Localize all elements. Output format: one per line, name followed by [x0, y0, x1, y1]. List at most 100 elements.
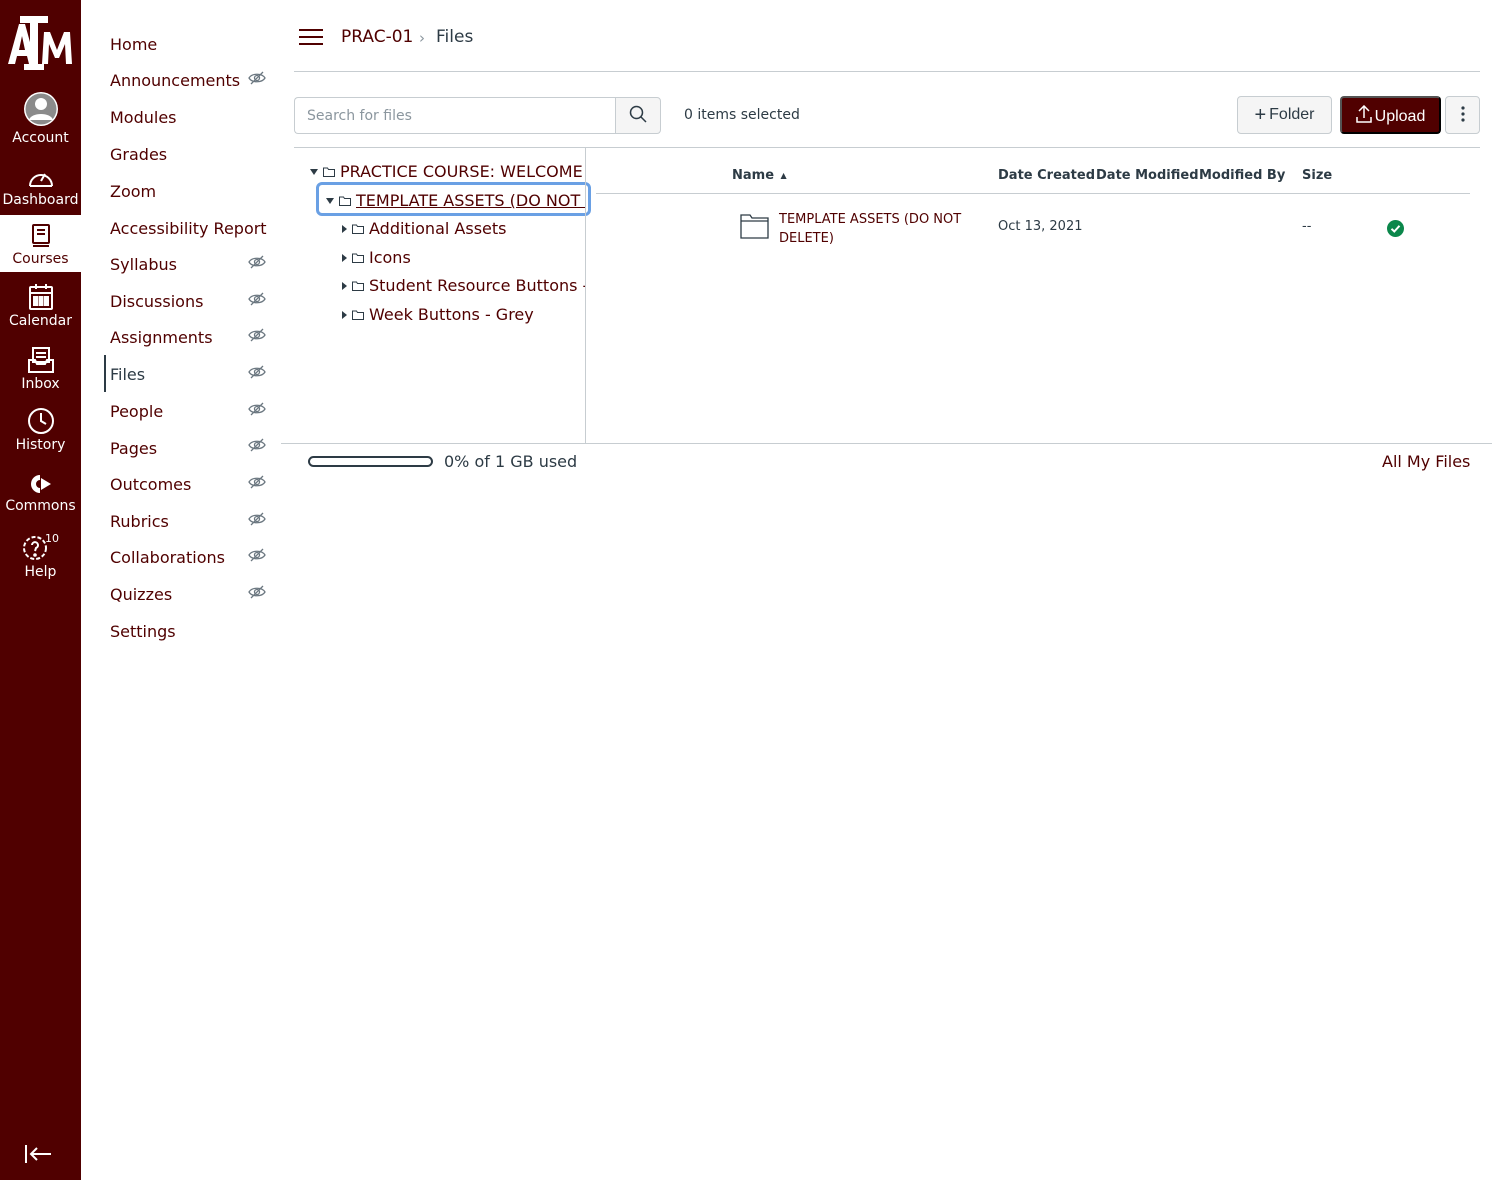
- all-my-files-link[interactable]: All My Files: [1382, 452, 1470, 471]
- expand-toggle-icon: [342, 253, 347, 262]
- folder-icon: [323, 167, 335, 177]
- global-nav-label: Dashboard: [2, 192, 79, 208]
- calendar-icon: [28, 284, 53, 310]
- eye-off-icon: [248, 365, 266, 379]
- footer-divider: [281, 443, 1492, 444]
- tamu-logo[interactable]: [6, 14, 74, 72]
- file-date-created: Oct 13, 2021: [998, 219, 1083, 234]
- file-size: --: [1302, 219, 1312, 234]
- tree-item-child[interactable]: Student Resource Buttons - De: [342, 276, 585, 295]
- folder-icon: [352, 281, 364, 291]
- folder-icon: [352, 310, 364, 320]
- tree-item-child[interactable]: Icons: [342, 248, 411, 267]
- collapse-nav-button[interactable]: [24, 1143, 52, 1169]
- upload-button[interactable]: Upload: [1340, 96, 1441, 134]
- column-header-date-modified[interactable]: Date Modified: [1096, 168, 1199, 183]
- more-options-button[interactable]: [1445, 96, 1480, 134]
- more-vertical-icon: [1460, 105, 1465, 122]
- file-list-header-divider: [596, 193, 1470, 194]
- global-nav-history[interactable]: History: [0, 407, 81, 453]
- add-folder-button[interactable]: + Folder: [1237, 96, 1332, 134]
- active-nav-indicator: [104, 355, 106, 392]
- column-header-size[interactable]: Size: [1302, 168, 1332, 183]
- tree-item-root[interactable]: PRACTICE COURSE: WELCOME T: [310, 162, 585, 181]
- upload-icon: [1355, 104, 1372, 123]
- course-nav-files[interactable]: Files: [110, 365, 145, 384]
- eye-off-icon: [248, 512, 266, 526]
- course-nav-announcements[interactable]: Announcements: [110, 71, 240, 90]
- course-nav-accessibility-report[interactable]: Accessibility Report: [110, 219, 267, 238]
- plus-icon: +: [1254, 103, 1267, 126]
- course-nav-collaborations[interactable]: Collaborations: [110, 548, 225, 567]
- course-nav-assignments[interactable]: Assignments: [110, 328, 213, 347]
- expand-toggle-icon: [342, 224, 347, 233]
- global-nav-label: Commons: [5, 498, 76, 514]
- eye-off-icon: [248, 328, 266, 342]
- folder-icon: [740, 214, 769, 239]
- eye-off-icon: [248, 438, 266, 452]
- global-nav-calendar[interactable]: Calendar: [0, 283, 81, 329]
- course-nav-settings[interactable]: Settings: [110, 622, 176, 641]
- column-header-modified-by[interactable]: Modified By: [1199, 168, 1285, 183]
- folder-icon: [352, 224, 364, 234]
- course-nav-grades[interactable]: Grades: [110, 145, 167, 164]
- column-header-name[interactable]: Name ▲: [732, 168, 787, 183]
- file-name-link[interactable]: TEMPLATE ASSETS (DO NOT DELETE): [779, 210, 969, 248]
- eye-off-icon: [248, 292, 266, 306]
- tree-item-label: PRACTICE COURSE: WELCOME T: [340, 162, 585, 181]
- upload-button-label: Upload: [1374, 107, 1426, 125]
- course-nav-outcomes[interactable]: Outcomes: [110, 475, 191, 494]
- tree-item-child[interactable]: Additional Assets: [342, 219, 506, 238]
- breadcrumb-course[interactable]: PRAC-01: [341, 27, 413, 47]
- eye-off-icon: [248, 255, 266, 269]
- global-nav-dashboard[interactable]: Dashboard: [0, 166, 81, 208]
- breadcrumb-separator: ›: [419, 29, 425, 47]
- expand-toggle-icon: [342, 310, 347, 319]
- global-nav-account[interactable]: Account: [0, 90, 81, 146]
- course-nav-discussions[interactable]: Discussions: [110, 292, 203, 311]
- storage-quota-text: 0% of 1 GB used: [444, 452, 578, 471]
- tree-item-child[interactable]: Week Buttons - Grey: [342, 305, 534, 324]
- course-nav-syllabus[interactable]: Syllabus: [110, 255, 177, 274]
- course-nav-people[interactable]: People: [110, 402, 163, 421]
- course-nav-home[interactable]: Home: [110, 35, 157, 54]
- collapse-arrow-icon: [25, 1145, 51, 1163]
- course-nav-modules[interactable]: Modules: [110, 108, 177, 127]
- focus-ring: [316, 182, 591, 216]
- hamburger-icon: [299, 29, 323, 45]
- eye-off-icon: [248, 585, 266, 599]
- breadcrumb-current: Files: [436, 27, 474, 47]
- course-nav-pages[interactable]: Pages: [110, 439, 157, 458]
- column-header-date-created[interactable]: Date Created: [998, 168, 1095, 183]
- course-nav-zoom[interactable]: Zoom: [110, 182, 156, 201]
- courses-icon: [31, 224, 50, 247]
- folder-button-label: Folder: [1269, 105, 1315, 123]
- eye-off-icon: [248, 548, 266, 562]
- inbox-icon: [27, 347, 54, 373]
- storage-quota-bar: [308, 456, 433, 467]
- search-input[interactable]: [294, 97, 616, 134]
- items-selected-count: 0 items selected: [684, 107, 800, 123]
- help-badge: 10: [45, 532, 59, 545]
- search-button[interactable]: [615, 97, 661, 134]
- global-nav-commons[interactable]: Commons: [0, 472, 81, 514]
- global-nav-help[interactable]: 10 Help: [0, 532, 81, 580]
- tree-item-label: Student Resource Buttons - De: [369, 276, 585, 295]
- eye-off-icon: [248, 475, 266, 489]
- global-nav-label: Calendar: [9, 313, 72, 329]
- global-nav-inbox[interactable]: Inbox: [0, 346, 81, 392]
- course-nav-rubrics[interactable]: Rubrics: [110, 512, 169, 531]
- global-nav-courses[interactable]: Courses: [0, 215, 81, 272]
- tree-item-label: Icons: [369, 248, 411, 267]
- global-nav-label: History: [15, 437, 66, 453]
- toggle-course-nav-button[interactable]: [299, 28, 323, 50]
- search-icon: [629, 105, 647, 123]
- header-divider: [294, 71, 1480, 72]
- history-icon: [27, 408, 54, 434]
- sort-ascending-icon: ▲: [780, 171, 787, 180]
- course-nav-quizzes[interactable]: Quizzes: [110, 585, 172, 604]
- published-check-icon[interactable]: [1387, 220, 1404, 237]
- global-nav: Account Dashboard Courses Calendar Inbox…: [0, 0, 81, 1180]
- tree-item-label: Week Buttons - Grey: [369, 305, 534, 324]
- folder-icon: [352, 253, 364, 263]
